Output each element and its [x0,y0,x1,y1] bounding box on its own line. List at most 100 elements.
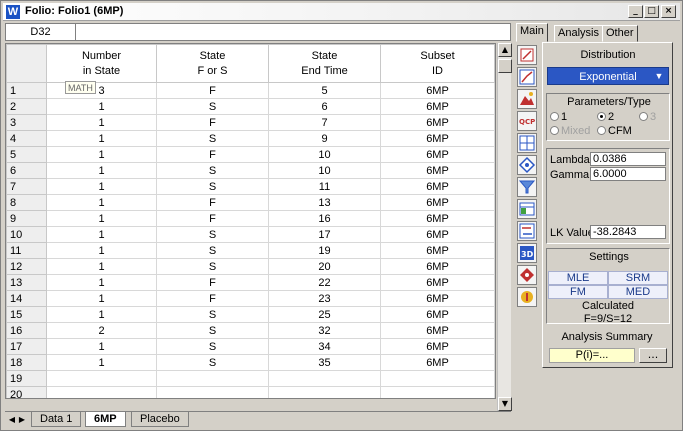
cell-subset-id[interactable]: 6MP [380,98,495,115]
cell-number-in-state[interactable] [46,386,157,398]
minimize-button[interactable]: _ [628,5,643,18]
column-header-state[interactable]: State F or S [156,44,269,83]
funnel-icon[interactable] [517,177,537,197]
cell-subset-id[interactable]: 6MP [380,354,495,371]
tag-icon[interactable] [517,265,537,285]
diamond-icon[interactable] [517,155,537,175]
cell-subset-id[interactable]: 6MP [380,226,495,243]
cell-subset-id[interactable]: 6MP [380,82,495,99]
cell-end-time[interactable] [268,386,381,398]
cell-end-time[interactable]: 16 [268,210,381,227]
cell-end-time[interactable]: 17 [268,226,381,243]
cell-subset-id[interactable]: 6MP [380,242,495,259]
cell-number-in-state[interactable]: 1 [46,274,157,291]
tab-main[interactable]: Main [516,23,548,42]
qcp-icon[interactable]: QCP [517,111,537,131]
cell-number-in-state[interactable]: 1 [46,338,157,355]
cell-number-in-state[interactable]: 1 [46,98,157,115]
distribution-select[interactable]: Exponential ▼ [547,67,669,85]
cell-subset-id[interactable] [380,386,495,398]
cell-state[interactable]: S [156,178,269,195]
cell-subset-id[interactable]: 6MP [380,114,495,131]
cell-end-time[interactable]: 5 [268,82,381,99]
cell-subset-id[interactable]: 6MP [380,178,495,195]
cell-end-time[interactable]: 35 [268,354,381,371]
wizard-icon[interactable] [517,287,537,307]
cell-state[interactable]: S [156,258,269,275]
cell-state[interactable]: F [156,274,269,291]
cell-number-in-state[interactable]: 3 [46,82,157,99]
cell-state[interactable]: S [156,322,269,339]
cell-number-in-state[interactable]: 1 [46,114,157,131]
cell-state[interactable]: S [156,98,269,115]
tab-prev-icon[interactable]: ◀ [7,414,17,426]
row-number-cell[interactable]: 5 [6,146,47,163]
cell-number-in-state[interactable]: 2 [46,322,157,339]
cell-subset-id[interactable]: 6MP [380,130,495,147]
cell-end-time[interactable]: 34 [268,338,381,355]
cell-subset-id[interactable]: 6MP [380,194,495,211]
transfer-icon[interactable] [517,221,537,241]
corner-cell[interactable] [6,44,47,83]
param-radio-1[interactable]: 1 [550,111,567,123]
fm-button[interactable]: FM [548,285,608,299]
cell-end-time[interactable]: 10 [268,162,381,179]
analysis-summary-field[interactable]: P(i)=... [549,348,635,363]
plot-icon[interactable] [517,45,537,65]
cell-subset-id[interactable]: 6MP [380,338,495,355]
column-header-subset-id[interactable]: Subset ID [380,44,495,83]
row-number-cell[interactable]: 12 [6,258,47,275]
cell-subset-id[interactable]: 6MP [380,306,495,323]
scroll-down-button[interactable]: ▼ [498,397,512,411]
cell-subset-id[interactable]: 6MP [380,322,495,339]
param-radio-3[interactable]: 3 [639,111,656,123]
sheet-tab-data1[interactable]: Data 1 [31,412,82,427]
cell-end-time[interactable]: 20 [268,258,381,275]
cell-number-in-state[interactable]: 1 [46,146,157,163]
maximize-button[interactable]: □ [644,5,659,18]
lk-value-field[interactable]: -38.2843 [590,225,666,239]
cell-number-in-state[interactable]: 1 [46,210,157,227]
cell-state[interactable]: F [156,146,269,163]
cell-number-in-state[interactable]: 1 [46,354,157,371]
cell-state[interactable]: S [156,338,269,355]
row-number-cell[interactable]: 13 [6,274,47,291]
column-header-end-time[interactable]: State End Time [268,44,381,83]
cell-subset-id[interactable]: 6MP [380,162,495,179]
cell-state[interactable]: F [156,290,269,307]
row-number-cell[interactable]: 6 [6,162,47,179]
cell-subset-id[interactable]: 6MP [380,210,495,227]
scroll-up-button[interactable]: ▲ [498,43,512,57]
cell-state[interactable]: F [156,194,269,211]
row-number-cell[interactable]: 19 [6,370,47,387]
row-number-cell[interactable]: 14 [6,290,47,307]
row-number-cell[interactable]: 16 [6,322,47,339]
probability-plot-icon[interactable] [517,67,537,87]
cell-state[interactable]: S [156,226,269,243]
tab-next-icon[interactable]: ▶ [17,414,27,426]
cell-end-time[interactable]: 6 [268,98,381,115]
cell-end-time[interactable] [268,370,381,387]
cell-end-time[interactable]: 25 [268,306,381,323]
cell-state[interactable]: F [156,210,269,227]
row-number-cell[interactable]: 18 [6,354,47,371]
cell-end-time[interactable]: 23 [268,290,381,307]
mle-button[interactable]: MLE [548,271,608,285]
cell-state[interactable]: S [156,162,269,179]
cell-end-time[interactable]: 22 [268,274,381,291]
param-radio-2[interactable]: 2 [597,111,614,123]
cell-end-time[interactable]: 13 [268,194,381,211]
cell-number-in-state[interactable]: 1 [46,258,157,275]
vertical-scrollbar[interactable]: ▲ ▼ [497,43,512,411]
row-number-cell[interactable]: 9 [6,210,47,227]
cell-number-in-state[interactable]: 1 [46,226,157,243]
sheet-tab-placebo[interactable]: Placebo [131,412,189,427]
row-number-cell[interactable]: 20 [6,386,47,398]
row-number-cell[interactable]: 8 [6,194,47,211]
cell-subset-id[interactable]: 6MP [380,258,495,275]
cell-number-in-state[interactable]: 1 [46,306,157,323]
cell-number-in-state[interactable]: 1 [46,290,157,307]
cell-subset-id[interactable]: 6MP [380,146,495,163]
cell-state[interactable]: S [156,130,269,147]
3d-icon[interactable]: 3D [517,243,537,263]
